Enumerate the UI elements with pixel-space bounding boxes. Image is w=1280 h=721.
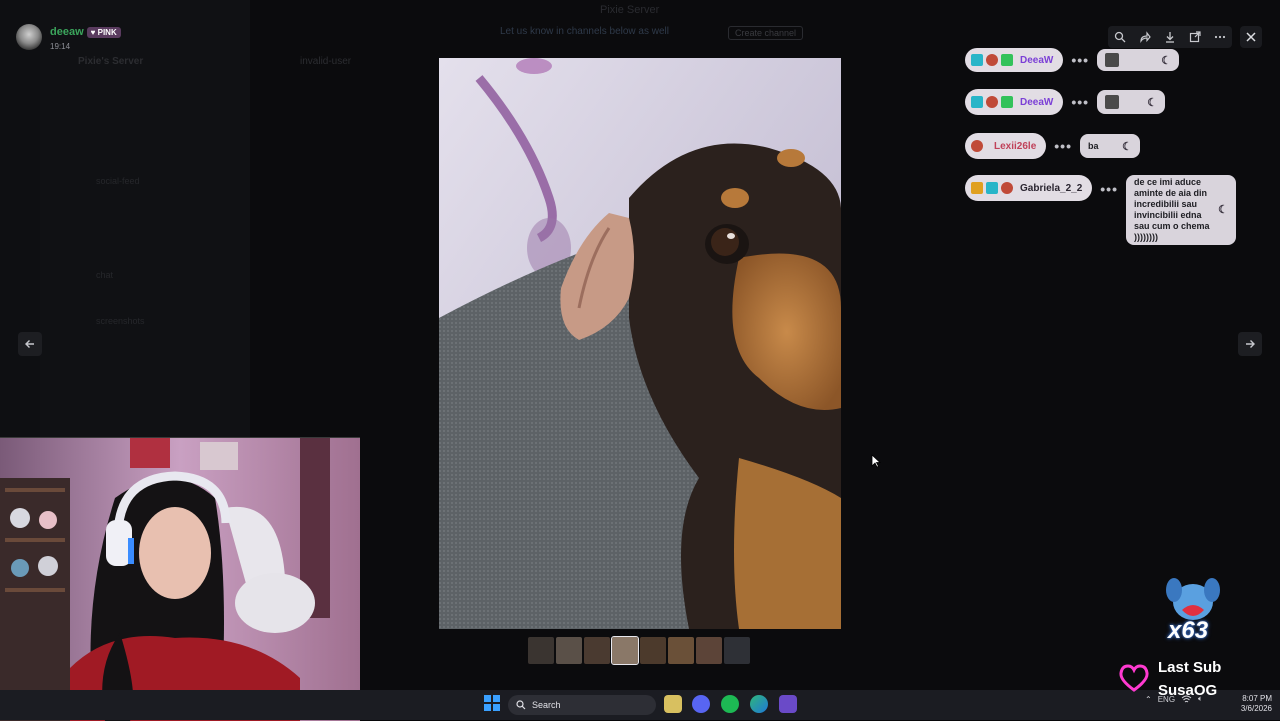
uploader-name[interactable]: deeaw — [50, 26, 84, 38]
zoom-icon[interactable] — [1113, 30, 1127, 44]
dog-photo[interactable] — [439, 58, 841, 629]
moon-icon: ☾ — [1218, 203, 1228, 216]
taskbar-search[interactable]: Search — [508, 695, 656, 715]
open-external-icon[interactable] — [1188, 30, 1202, 44]
chevron-up-icon[interactable]: ⌃ — [1145, 695, 1152, 704]
sub-badge-icon — [971, 96, 983, 108]
heart-icon — [1119, 664, 1149, 692]
search-icon — [516, 700, 526, 710]
background-category: social-feed — [96, 176, 140, 186]
mouse-cursor-icon — [871, 454, 881, 468]
chat-message: DeeaW ••• ☾ — [965, 89, 1166, 115]
sub-badge-icon — [971, 54, 983, 66]
chat-emote-message: ☾ — [1097, 49, 1180, 71]
chat-message-text: de ce imi aduce aminte de aia din incred… — [1125, 175, 1236, 245]
sub-count: x63 — [1168, 617, 1209, 644]
emote-badge-icon — [971, 140, 983, 152]
clock-time: 8:07 PM — [1242, 694, 1272, 703]
last-sub-name: SusaOG — [1158, 682, 1218, 699]
viewer-toolbar — [1108, 26, 1232, 48]
background-banner-button: Create channel — [728, 26, 804, 40]
uploader-info[interactable]: deeaw ♥ PINK 19:14 — [16, 22, 121, 51]
moon-icon: ☾ — [1122, 140, 1132, 153]
thumbnail[interactable] — [556, 637, 582, 664]
window-title: Pixie Server — [600, 4, 660, 16]
forward-icon[interactable] — [1138, 30, 1152, 44]
emote-badge-icon — [1001, 182, 1013, 194]
chat-username: Lexii26le — [994, 140, 1037, 152]
chat-username-pill: DeeaW — [965, 89, 1064, 115]
chat-message-body: ba — [1087, 141, 1099, 151]
separator-dots: ••• — [1071, 94, 1090, 110]
moon-icon: ☾ — [1161, 54, 1172, 67]
chat-username: DeeaW — [1020, 54, 1054, 66]
separator-dots: ••• — [1054, 138, 1072, 154]
emote-icon — [1105, 95, 1120, 109]
chat-message: DeeaW ••• ☾ — [965, 48, 1180, 72]
separator-dots: ••• — [1100, 181, 1118, 197]
search-placeholder: Search — [532, 700, 561, 710]
chat-username-pill: Lexii26le — [965, 133, 1047, 159]
chat-message: Gabriela_2_2 ••• de ce imi aduce aminte … — [965, 175, 1236, 245]
obs-app-icon[interactable] — [779, 695, 797, 713]
separator-dots: ••• — [1071, 52, 1090, 68]
background-banner: Let us know in channels below as well — [500, 26, 669, 37]
discord-icon[interactable] — [692, 695, 710, 713]
crown-badge-icon — [971, 182, 983, 194]
moon-icon: ☾ — [1147, 96, 1158, 109]
next-image-button[interactable] — [1238, 332, 1262, 356]
spotify-icon[interactable] — [721, 695, 739, 713]
thumbnail[interactable] — [528, 637, 554, 664]
thumbnail[interactable] — [640, 637, 666, 664]
download-icon[interactable] — [1163, 30, 1177, 44]
chat-username: Gabriela_2_2 — [1020, 182, 1083, 194]
thumbnail[interactable] — [724, 637, 750, 664]
thumbnail[interactable] — [696, 637, 722, 664]
arrow-left-icon — [25, 340, 34, 348]
edge-icon[interactable] — [750, 695, 768, 713]
more-icon[interactable] — [1213, 30, 1227, 44]
upload-time: 19:14 — [50, 42, 71, 51]
close-icon — [1246, 32, 1256, 42]
emote-badge-icon — [986, 54, 998, 66]
windows-start-icon[interactable] — [484, 695, 502, 713]
chat-username-pill: DeeaW — [965, 48, 1064, 72]
stitch-mascot-icon — [1166, 578, 1220, 620]
emote-icon — [1105, 53, 1120, 67]
sub-badge-icon — [986, 182, 998, 194]
chat-message-text: ba ☾ — [1079, 134, 1140, 158]
thumbnail[interactable] — [668, 637, 694, 664]
previous-image-button[interactable] — [18, 332, 42, 356]
background-server-name: Pixie's Server — [78, 56, 144, 67]
thumbnail[interactable] — [584, 637, 610, 664]
clock-date: 3/6/2026 — [1240, 704, 1272, 713]
chat-username-pill: Gabriela_2_2 — [965, 175, 1093, 201]
emote-badge-icon — [986, 96, 998, 108]
chat-message-body: de ce imi aduce aminte de aia din incred… — [1133, 177, 1210, 242]
webcam-feed — [0, 437, 360, 721]
background-category: chat — [96, 270, 114, 280]
background-channel-name: invalid-user — [300, 56, 352, 67]
system-clock[interactable]: 8:07 PM 3/6/2026 — [1232, 694, 1272, 714]
avatar[interactable] — [16, 23, 42, 50]
last-sub-label: Last Sub — [1158, 659, 1222, 676]
gift-badge-icon — [1001, 54, 1013, 66]
arrow-right-icon — [1246, 340, 1255, 348]
gift-badge-icon — [1001, 96, 1013, 108]
thumbnail-strip — [528, 636, 750, 665]
user-badge: ♥ PINK — [86, 27, 121, 38]
background-category: screenshots — [96, 316, 145, 326]
user-badge-label: PINK — [97, 28, 117, 37]
file-explorer-icon[interactable] — [664, 695, 682, 713]
close-button[interactable] — [1240, 26, 1262, 48]
chat-message: Lexii26le ••• ba ☾ — [965, 133, 1140, 159]
chat-emote-message: ☾ — [1097, 90, 1166, 114]
thumbnail-active[interactable] — [611, 636, 639, 665]
chat-username: DeeaW — [1020, 96, 1054, 108]
